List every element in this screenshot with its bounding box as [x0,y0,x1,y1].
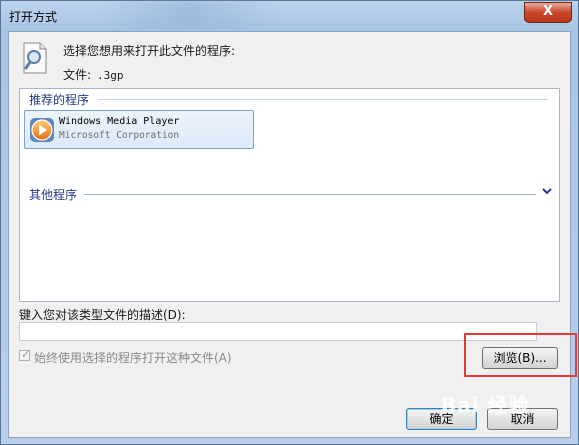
group-divider [84,194,536,195]
close-button[interactable]: X [524,2,572,23]
background-blur [99,1,279,29]
description-label: 键入您对该类型文件的描述(D): [19,308,186,322]
file-extension: .3gp [97,69,124,82]
annotation-highlight [464,333,577,377]
file-label: 文件: [63,68,92,82]
program-name: Windows Media Player [59,116,180,127]
chevron-down-icon[interactable] [540,184,554,198]
group-header-other[interactable]: 其他程序 [29,186,77,202]
title-bar[interactable]: 打开方式 X [1,1,578,31]
window-title: 打开方式 [9,10,58,24]
group-header-recommended[interactable]: 推荐的程序 [29,91,89,107]
group-divider [98,99,548,100]
search-document-icon [23,42,47,74]
program-item-windows-media-player[interactable]: Windows Media Player Microsoft Corporati… [24,110,254,149]
program-publisher: Microsoft Corporation [59,130,180,141]
always-use-label: 始终使用选择的程序打开这种文件(A) [34,351,232,365]
watermark: Bai 经验 [441,393,530,417]
file-info: 文件: .3gp [63,66,124,83]
check-mark-icon: ✓ [21,348,31,361]
windows-media-player-icon [30,118,54,142]
prompt-text: 选择您想用来打开此文件的程序: [63,44,236,58]
always-use-checkbox[interactable]: ✓ [19,348,31,361]
program-list[interactable]: 推荐的程序 Windows Media Player Microsoft Cor [19,88,560,302]
description-input[interactable] [19,322,537,341]
open-with-dialog: 打开方式 X 选择您想用来打开此文件的程序: 文件: .3gp 推荐的程序 Wi… [0,0,579,445]
